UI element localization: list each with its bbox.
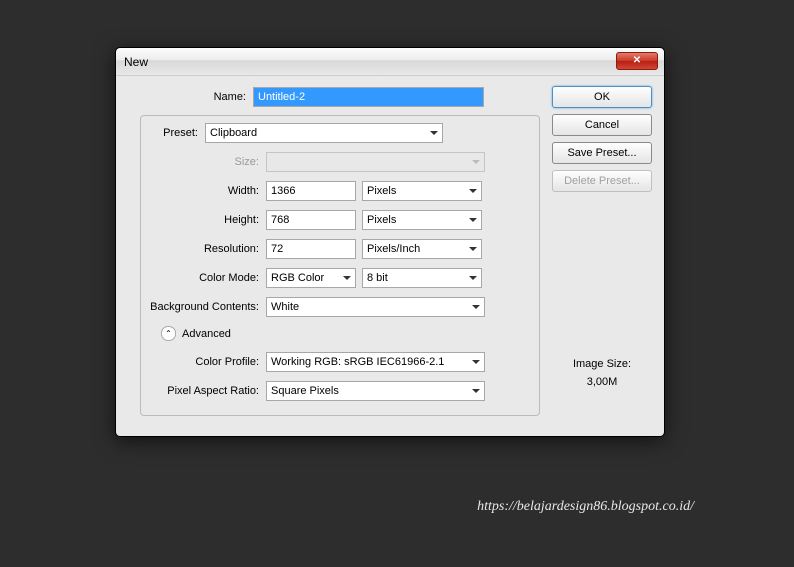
dialog-title: New: [124, 55, 616, 69]
chevron-down-icon: [430, 131, 438, 135]
width-label: Width:: [141, 185, 266, 197]
advanced-toggle[interactable]: ⌃ Advanced: [161, 326, 533, 341]
resolution-input[interactable]: [266, 239, 356, 259]
name-input[interactable]: [253, 87, 484, 107]
dialog-body: Name: Preset: Clipboard Size:: [116, 76, 664, 436]
chevron-down-icon: [472, 160, 480, 164]
chevron-down-icon: [343, 276, 351, 280]
preset-label: Preset:: [141, 127, 205, 139]
pixel-aspect-combo[interactable]: Square Pixels: [266, 381, 485, 401]
image-size-value: 3,00M: [552, 376, 652, 388]
ok-button[interactable]: OK: [552, 86, 652, 108]
chevron-down-icon: [472, 389, 480, 393]
width-unit-combo[interactable]: Pixels: [362, 181, 482, 201]
bg-contents-label: Background Contents:: [141, 301, 266, 313]
preset-value: Clipboard: [210, 127, 257, 139]
color-profile-combo[interactable]: Working RGB: sRGB IEC61966-2.1: [266, 352, 485, 372]
color-profile-label: Color Profile:: [141, 356, 266, 368]
resolution-label: Resolution:: [141, 243, 266, 255]
width-input[interactable]: [266, 181, 356, 201]
size-label: Size:: [141, 156, 266, 168]
size-combo: [266, 152, 485, 172]
preset-combo[interactable]: Clipboard: [205, 123, 443, 143]
chevron-down-icon: [472, 360, 480, 364]
preset-fieldset: Preset: Clipboard Size: Width:: [140, 115, 540, 416]
resolution-unit-combo[interactable]: Pixels/Inch: [362, 239, 482, 259]
new-document-dialog: New ✕ Name: Preset: Clipboard Size:: [115, 47, 665, 437]
chevron-down-icon: [469, 276, 477, 280]
bg-contents-combo[interactable]: White: [266, 297, 485, 317]
color-mode-combo[interactable]: RGB Color: [266, 268, 356, 288]
right-panel: OK Cancel Save Preset... Delete Preset..…: [540, 86, 652, 416]
delete-preset-button: Delete Preset...: [552, 170, 652, 192]
close-button[interactable]: ✕: [616, 52, 658, 70]
height-input[interactable]: [266, 210, 356, 230]
title-bar[interactable]: New ✕: [116, 48, 664, 76]
bit-depth-combo[interactable]: 8 bit: [362, 268, 482, 288]
chevron-down-icon: [469, 189, 477, 193]
cancel-button[interactable]: Cancel: [552, 114, 652, 136]
height-unit-combo[interactable]: Pixels: [362, 210, 482, 230]
close-icon: ✕: [633, 55, 641, 66]
height-label: Height:: [141, 214, 266, 226]
pixel-aspect-label: Pixel Aspect Ratio:: [141, 385, 266, 397]
chevron-down-icon: [469, 247, 477, 251]
chevron-up-icon: ⌃: [161, 326, 176, 341]
color-mode-label: Color Mode:: [141, 272, 266, 284]
image-size-label: Image Size:: [552, 358, 652, 370]
watermark-url: https://belajardesign86.blogspot.co.id/: [477, 499, 694, 515]
save-preset-button[interactable]: Save Preset...: [552, 142, 652, 164]
advanced-label: Advanced: [182, 328, 231, 340]
name-label: Name:: [128, 91, 253, 103]
form-left: Name: Preset: Clipboard Size:: [128, 86, 540, 416]
chevron-down-icon: [472, 305, 480, 309]
chevron-down-icon: [469, 218, 477, 222]
